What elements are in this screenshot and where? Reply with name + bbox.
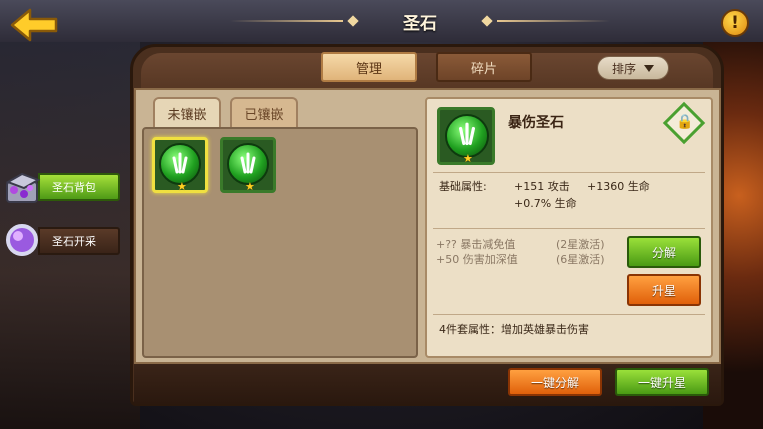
set-bonus-text: 4件套属性：增加英雄暴击伤害 bbox=[439, 323, 589, 336]
gem-slot[interactable]: ★ bbox=[152, 137, 208, 193]
back-button[interactable] bbox=[10, 8, 60, 42]
title-ornament-right bbox=[481, 15, 493, 27]
attr-value: +1360 生命 bbox=[587, 180, 650, 193]
tab-manage[interactable]: 管理 bbox=[321, 52, 417, 82]
side-item-label: 圣石开采 bbox=[38, 227, 120, 255]
one-click-decompose-button[interactable]: 一键分解 bbox=[508, 368, 602, 396]
one-click-upstar-button[interactable]: 一键升星 bbox=[615, 368, 709, 396]
star-icon: ★ bbox=[245, 180, 255, 193]
orb-icon bbox=[6, 224, 38, 256]
sort-label: 排序 bbox=[611, 61, 636, 76]
side-item-gem-mining[interactable]: 圣石开采 bbox=[2, 224, 120, 256]
lock-icon: 🔒 bbox=[676, 114, 694, 130]
side-item-label: 圣石背包 bbox=[38, 173, 120, 201]
attr-value: +0.7% 生命 bbox=[514, 197, 577, 210]
decompose-button[interactable]: 分解 bbox=[627, 236, 701, 268]
exclamation-icon: ! bbox=[731, 13, 739, 33]
base-attr-label: 基础属性: bbox=[439, 180, 487, 193]
help-button[interactable]: ! bbox=[721, 9, 749, 37]
sort-dropdown[interactable]: 排序 bbox=[597, 56, 669, 80]
subtab-set[interactable]: 已镶嵌 bbox=[230, 97, 298, 127]
gem-name: 暴伤圣石 bbox=[508, 115, 564, 131]
extra-attr: +?? 暴击减免值 bbox=[436, 238, 516, 251]
divider bbox=[433, 228, 705, 229]
upstar-button[interactable]: 升星 bbox=[627, 274, 701, 306]
extra-attr: +50 伤害加深值 bbox=[436, 253, 518, 266]
divider bbox=[433, 172, 705, 173]
star-icon: ★ bbox=[177, 180, 187, 193]
title-ornament-left bbox=[347, 15, 359, 27]
back-arrow-icon bbox=[10, 8, 58, 42]
claw-mark-icon bbox=[240, 152, 256, 174]
title-bar: 圣石 bbox=[230, 8, 610, 34]
divider bbox=[433, 314, 705, 315]
attr-value: +151 攻击 bbox=[514, 180, 570, 193]
star-icon: ★ bbox=[463, 152, 473, 165]
page-title: 圣石 bbox=[403, 13, 437, 34]
chest-icon bbox=[5, 172, 41, 203]
chevron-down-icon bbox=[644, 64, 654, 72]
selected-gem-portrait: ★ bbox=[437, 107, 495, 165]
extra-attr-note: (2星激活) bbox=[556, 238, 605, 251]
gem-slot[interactable]: ★ bbox=[220, 137, 276, 193]
title-line-right bbox=[497, 20, 610, 22]
title-line-left bbox=[230, 20, 343, 22]
extra-attr-note: (6星激活) bbox=[556, 253, 605, 266]
claw-mark-icon bbox=[459, 122, 475, 146]
side-item-gem-bag[interactable]: 圣石背包 bbox=[2, 172, 120, 203]
subtab-unset[interactable]: 未镶嵌 bbox=[153, 97, 221, 127]
tab-fragments[interactable]: 碎片 bbox=[436, 52, 532, 82]
claw-mark-icon bbox=[172, 152, 188, 174]
